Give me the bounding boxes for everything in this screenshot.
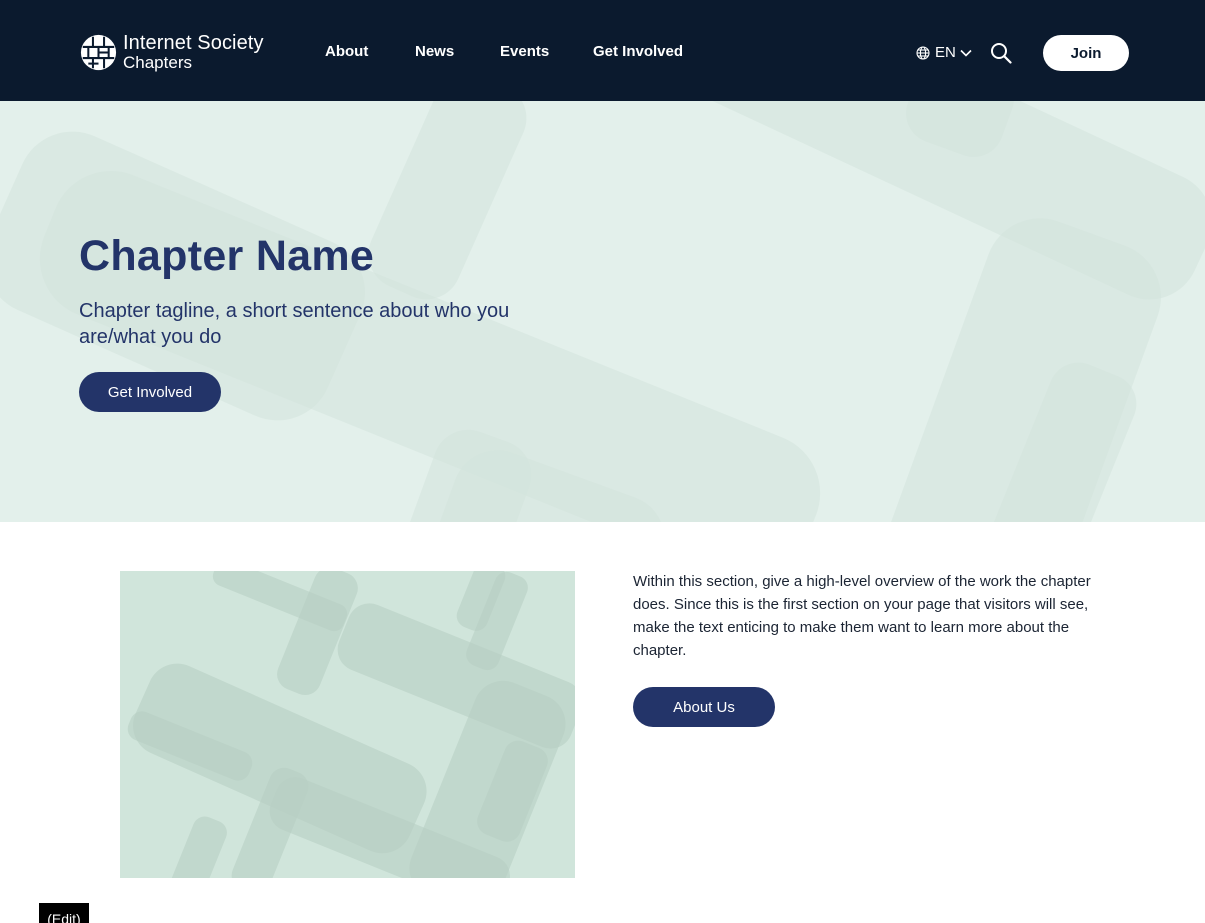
nav-events[interactable]: Events xyxy=(500,43,549,60)
site-logo[interactable]: Internet Society Chapters xyxy=(80,33,264,71)
edit-link[interactable]: (Edit) xyxy=(39,903,89,923)
logo-wordmark: Internet Society Chapters xyxy=(123,33,264,71)
about-us-button[interactable]: About Us xyxy=(633,687,775,727)
language-selector[interactable]: EN xyxy=(916,44,972,61)
image-pattern xyxy=(127,571,575,878)
search-icon[interactable] xyxy=(990,42,1012,64)
logo-subtitle: Chapters xyxy=(123,53,192,72)
globe-logo-icon xyxy=(80,34,117,70)
nav-about[interactable]: About xyxy=(325,43,368,60)
logo-title: Internet Society xyxy=(123,32,264,54)
nav-get-involved[interactable]: Get Involved xyxy=(593,43,683,60)
site-header: Internet Society Chapters About News Eve… xyxy=(0,0,1205,101)
globe-icon xyxy=(916,45,930,60)
intro-body-text: Within this section, give a high-level o… xyxy=(633,573,1091,659)
hero-title: Chapter Name xyxy=(79,232,375,280)
hero-section: Chapter Name Chapter tagline, a short se… xyxy=(0,101,1205,522)
hero-tagline: Chapter tagline, a short sentence about … xyxy=(79,300,510,348)
nav-news[interactable]: News xyxy=(415,43,454,60)
join-button[interactable]: Join xyxy=(1043,35,1129,71)
intro-image-placeholder xyxy=(120,571,575,878)
get-involved-button[interactable]: Get Involved xyxy=(79,372,221,412)
chevron-down-icon xyxy=(960,49,972,57)
language-label: EN xyxy=(935,44,956,61)
